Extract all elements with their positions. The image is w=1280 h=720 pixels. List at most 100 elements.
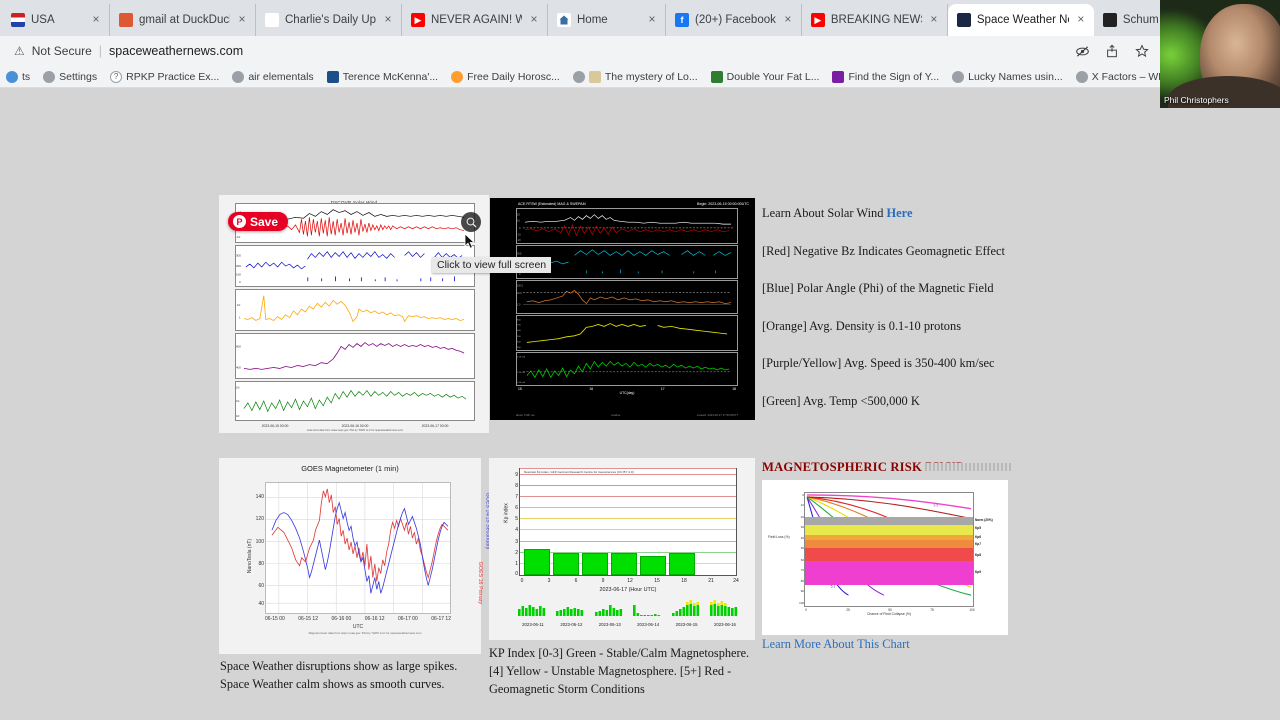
y-axis-label: NanoTesla (nT) bbox=[247, 538, 254, 574]
kp-index-chart[interactable]: Kp index Nowcast Kp index, GFZ German Re… bbox=[489, 458, 755, 640]
y-tick: 6 bbox=[515, 505, 518, 511]
kp-index-caption: KP Index [0-3] Green - Stable/Calm Magne… bbox=[489, 646, 750, 696]
risk-band-kp9 bbox=[805, 560, 973, 585]
bookmark-ts[interactable]: ts bbox=[6, 70, 31, 83]
chart-title: GOES Magnetometer (1 min) bbox=[301, 464, 399, 473]
tab-close-button[interactable]: × bbox=[382, 13, 394, 26]
tab-close-button[interactable]: × bbox=[646, 13, 658, 26]
goes-magnetometer-chart[interactable]: GOES Magnetometer (1 min) NanoTesla (nT)… bbox=[219, 458, 490, 654]
axis-label: Density (p/cm3) bbox=[235, 298, 236, 321]
tab-close-button[interactable]: × bbox=[928, 13, 940, 26]
share-icon[interactable] bbox=[1104, 43, 1120, 59]
bookmark-find-the-sign[interactable]: Find the Sign of Y... bbox=[832, 70, 940, 83]
webcam-overlay[interactable]: Phil Christophers bbox=[1160, 0, 1280, 108]
solar-wind-legend-notes: Learn About Solar Wind Here [Red] Negati… bbox=[762, 206, 1062, 431]
y-tick: 100 bbox=[255, 538, 264, 545]
x-tick: 17 bbox=[660, 387, 665, 391]
omnibox[interactable]: ⚠ Not Secure | spaceweathernews.com P bbox=[0, 36, 1280, 66]
y-tick: 60 bbox=[800, 557, 804, 562]
svg-text:100.0: 100.0 bbox=[517, 286, 524, 288]
omnibox-divider: | bbox=[98, 44, 103, 58]
tab-strip: USA × gmail at DuckDuckGo × M Charlie's … bbox=[0, 0, 1280, 36]
band-label-kp5: Kp5 bbox=[975, 526, 982, 531]
bookmark-settings[interactable]: Settings bbox=[43, 70, 97, 83]
x-tick: 06-15 00 bbox=[265, 616, 285, 622]
bookmark-label: Lucky Names usin... bbox=[968, 70, 1063, 83]
y-tick: 40 bbox=[258, 600, 264, 607]
bookmark-double-your-fat-loss[interactable]: Double Your Fat L... bbox=[710, 70, 819, 83]
youtube-icon: ▶ bbox=[411, 13, 425, 27]
browser-tab-duckduckgo[interactable]: gmail at DuckDuckGo × bbox=[110, 4, 256, 36]
svg-text:10⁵: 10⁵ bbox=[236, 399, 240, 403]
axis-label: Speed (km/sec) bbox=[235, 344, 236, 367]
browser-tab-breaking-news[interactable]: ▶ BREAKING NEWS: Gr × bbox=[802, 4, 948, 36]
browser-tab-usa[interactable]: USA × bbox=[2, 4, 110, 36]
bookmark-rpkp-practice[interactable]: ? RPKP Practice Ex... bbox=[110, 70, 219, 83]
y-tick: 80 bbox=[258, 560, 264, 567]
ace-panel-density: Density (p/cm3) 100.010.01.0 bbox=[516, 280, 738, 314]
bookmark-terence-mckenna[interactable]: Terence McKenna'... bbox=[326, 70, 438, 83]
x-tick: 2023-06-16 00:00 bbox=[341, 424, 369, 428]
globe-icon bbox=[43, 70, 56, 83]
y-tick: 1 bbox=[515, 560, 518, 567]
tab-close-button[interactable]: × bbox=[236, 13, 248, 26]
history-label: 2023-06-14 bbox=[637, 622, 660, 627]
history-label: 2023-06-11 bbox=[522, 622, 544, 627]
address-bar-url[interactable]: spaceweathernews.com bbox=[109, 44, 243, 58]
magnetospheric-risk-chart[interactable]: 5.1 5.7 6.0 6.4 7.7 9.9 Norm (20%) Kp5 K… bbox=[762, 480, 1008, 635]
tab-close-button[interactable]: × bbox=[1075, 13, 1087, 26]
not-secure-label: Not Secure bbox=[31, 44, 92, 58]
y-tick: 70 bbox=[800, 567, 804, 572]
bookmarks-bar: ts Settings ? RPKP Practice Ex... air ele… bbox=[0, 66, 1280, 88]
dscovr-x-axis: 2023-06-15 00:00 2023-06-16 00:00 2023-0… bbox=[235, 423, 475, 428]
bookmark-lucky-names[interactable]: Lucky Names usin... bbox=[952, 70, 1063, 83]
kp-history-day: 2023-06-13 bbox=[594, 600, 626, 627]
bookmark-label: Find the Sign of Y... bbox=[848, 70, 940, 83]
x-tick: 2023-06-15 00:00 bbox=[261, 424, 289, 428]
dscovr-panel-speed: Speed (km/sec) 600 400 bbox=[235, 333, 475, 379]
browser-tab-facebook[interactable]: f (20+) Facebook × bbox=[666, 4, 802, 36]
note-speed: [Purple/Yellow] Avg. Speed is 350-400 km… bbox=[762, 356, 995, 370]
svg-text:20: 20 bbox=[517, 214, 520, 217]
browser-tab-charlies-daily-update[interactable]: M Charlie's Daily Updat × bbox=[256, 4, 402, 36]
band-label-kp6: Kp6 bbox=[975, 534, 982, 539]
browser-tab-never-again[interactable]: ▶ NEVER AGAIN! WITH × bbox=[402, 4, 548, 36]
ace-rtsw-chart[interactable]: ACE RTSW (Estimated) MAG & SWEPAM Begin:… bbox=[490, 198, 755, 420]
bookmark-label: ts bbox=[22, 70, 31, 83]
tab-close-button[interactable]: × bbox=[90, 13, 102, 26]
tab-title: Space Weather News bbox=[976, 14, 1069, 26]
chart-credit: solar wind data from noaa swpc.gov. Plot… bbox=[306, 429, 404, 432]
browser-tab-home[interactable]: Home × bbox=[548, 4, 666, 36]
svg-text:1.0: 1.0 bbox=[517, 304, 521, 306]
svg-text:800: 800 bbox=[517, 320, 522, 322]
magnify-icon[interactable] bbox=[461, 212, 481, 232]
svg-text:300: 300 bbox=[236, 254, 241, 258]
pinterest-save-button[interactable]: P Save bbox=[228, 212, 289, 231]
tab-close-button[interactable]: × bbox=[782, 13, 794, 26]
bookmark-label: air elementals bbox=[248, 70, 314, 83]
ace-footer: about 720h res residue created: 2023-06-… bbox=[516, 413, 738, 417]
omnibox-left[interactable]: ⚠ Not Secure | spaceweathernews.com bbox=[14, 44, 1066, 58]
svg-text:9.9: 9.9 bbox=[933, 504, 938, 508]
browser-tab-space-weather-news[interactable]: Space Weather News × bbox=[947, 4, 1094, 36]
kp-bar bbox=[611, 552, 637, 575]
x-tick: 18 bbox=[732, 387, 736, 391]
learn-about-solar-wind-link[interactable]: Here bbox=[887, 206, 913, 220]
svg-text:600: 600 bbox=[517, 330, 522, 332]
eye-slash-icon[interactable] bbox=[1074, 43, 1090, 59]
x-tick: 16 bbox=[589, 387, 594, 391]
bookmark-air-elementals[interactable]: air elementals bbox=[232, 70, 314, 83]
svg-text:200: 200 bbox=[236, 264, 241, 268]
gmail-icon: M bbox=[265, 13, 279, 27]
bookmark-free-daily-horoscope[interactable]: Free Daily Horosc... bbox=[451, 70, 560, 83]
tab-close-button[interactable]: × bbox=[528, 13, 540, 26]
kp-bar bbox=[669, 552, 695, 575]
ace-panel-temp: Temp (K) 1.0E+061.0E+051.0E+04 bbox=[516, 352, 738, 386]
x-tick: 15 bbox=[518, 387, 522, 391]
x-tick: 12 bbox=[627, 578, 633, 584]
learn-more-about-chart-link[interactable]: Learn More About This Chart bbox=[762, 637, 910, 652]
bookmark-mystery-of-lo[interactable]: The mystery of Lo... bbox=[572, 70, 698, 83]
dscovr-panels: Bt, Bz (nT) 10 0 -10 Phi (deg) bbox=[235, 203, 475, 432]
duckduckgo-icon bbox=[119, 13, 133, 27]
star-icon[interactable] bbox=[1134, 43, 1150, 59]
